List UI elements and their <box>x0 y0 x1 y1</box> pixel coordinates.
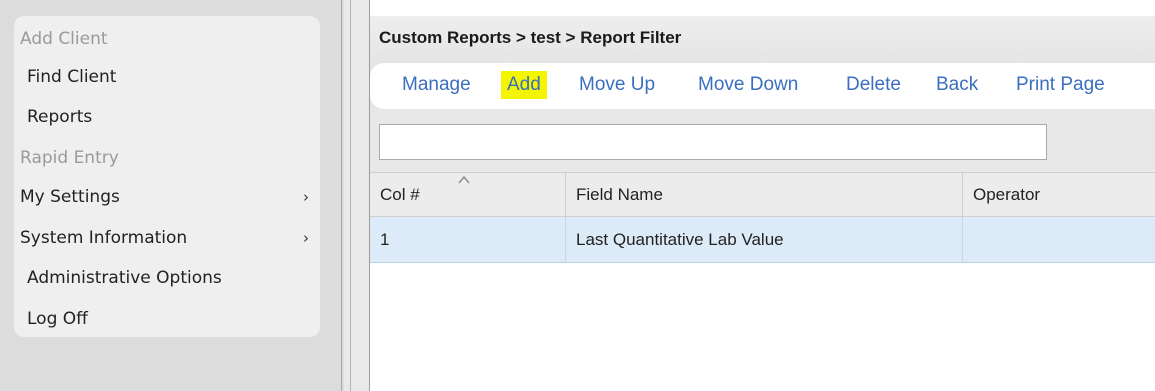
cell-operator <box>963 217 1155 262</box>
nav-item-label: Administrative Options <box>27 268 222 288</box>
splitter-line <box>341 0 342 391</box>
delete-link[interactable]: Delete <box>846 71 901 99</box>
nav-item-label: Add Client <box>20 29 108 49</box>
column-header-label: Field Name <box>576 185 663 204</box>
cell-col-num: 1 <box>370 217 566 262</box>
breadcrumb: Custom Reports > test > Report Filter <box>379 28 682 47</box>
chevron-right-icon: › <box>303 229 309 247</box>
nav-item-my-settings[interactable]: My Settings › <box>20 184 320 210</box>
column-header-operator[interactable]: Operator <box>963 173 1155 216</box>
sort-ascending-icon <box>458 176 470 184</box>
nav-item-administrative-options[interactable]: Administrative Options <box>27 265 327 291</box>
nav-item-reports[interactable]: Reports <box>27 104 327 130</box>
nav-item-label: Log Off <box>27 309 88 329</box>
column-header-field-name[interactable]: Field Name <box>566 173 963 216</box>
nav-item-add-client[interactable]: Add Client <box>20 26 320 52</box>
nav-item-rapid-entry[interactable]: Rapid Entry <box>20 145 320 171</box>
chevron-right-icon: › <box>303 188 309 206</box>
main-content: Custom Reports > test > Report Filter Ma… <box>370 0 1155 391</box>
move-down-link[interactable]: Move Down <box>698 71 798 99</box>
manage-link[interactable]: Manage <box>402 71 471 99</box>
nav-item-label: Find Client <box>27 67 117 87</box>
breadcrumb-bar: Custom Reports > test > Report Filter <box>370 16 1155 63</box>
toolbar: Manage Add Move Up Move Down Delete Back… <box>370 63 1155 109</box>
column-header-col-num[interactable]: Col # <box>370 173 566 216</box>
filter-bar <box>370 109 1155 172</box>
nav-item-log-off[interactable]: Log Off <box>27 306 327 332</box>
pane-splitter[interactable] <box>344 0 369 391</box>
table-row[interactable]: 1 Last Quantitative Lab Value <box>370 217 1155 263</box>
splitter-line <box>350 0 351 391</box>
nav-item-label: Reports <box>27 107 93 127</box>
add-link[interactable]: Add <box>501 71 547 99</box>
column-header-label: Operator <box>973 185 1041 204</box>
nav-item-label: Rapid Entry <box>20 148 119 168</box>
nav-item-label: System Information <box>20 228 188 248</box>
nav-item-label: My Settings <box>20 187 120 207</box>
left-nav-pane: Add Client Find Client Reports Rapid Ent… <box>0 0 344 391</box>
print-page-link[interactable]: Print Page <box>1016 71 1105 99</box>
nav-item-system-information[interactable]: System Information › <box>20 225 320 251</box>
grid-header-row: Col # Field Name Operator <box>370 172 1155 217</box>
column-header-label: Col # <box>380 185 420 204</box>
filter-input[interactable] <box>379 124 1047 160</box>
move-up-link[interactable]: Move Up <box>579 71 655 99</box>
cell-field-name: Last Quantitative Lab Value <box>566 217 963 262</box>
nav-item-find-client[interactable]: Find Client <box>27 64 327 90</box>
back-link[interactable]: Back <box>936 71 978 99</box>
